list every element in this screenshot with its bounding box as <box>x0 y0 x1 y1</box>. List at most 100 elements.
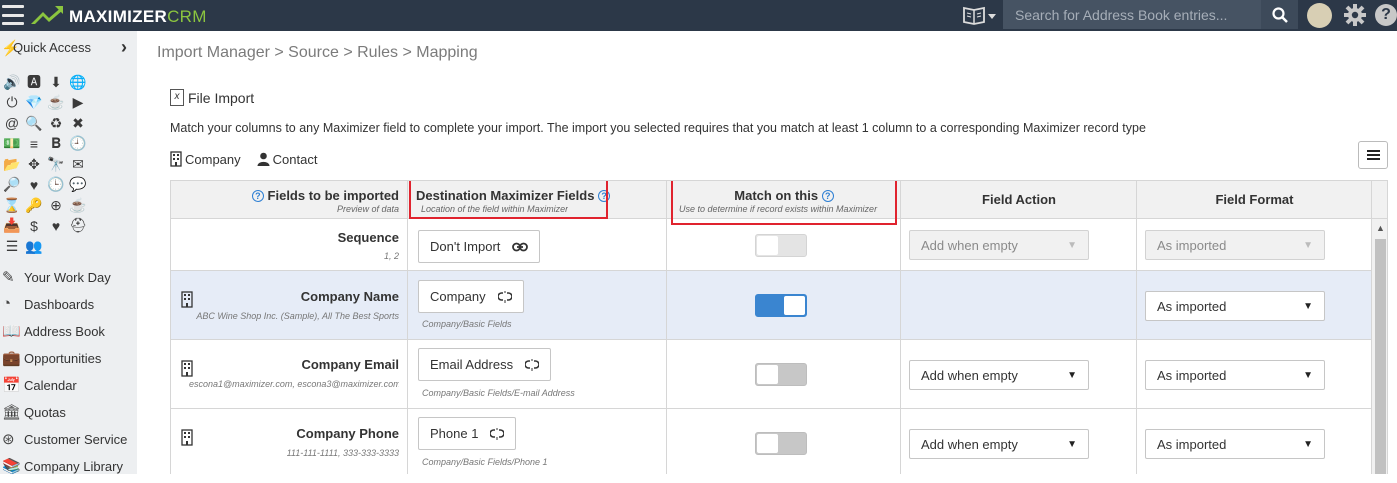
table-row[interactable]: Company Name ABC Wine Shop Inc. (Sample)… <box>171 271 1372 340</box>
lifebuoy-icon: ⊛ <box>2 431 15 448</box>
close-box-icon[interactable]: ✖ <box>69 114 87 132</box>
match-toggle[interactable] <box>755 294 807 317</box>
hourglass-icon[interactable]: ⌛ <box>3 196 21 214</box>
clock-outline-icon[interactable]: 🕒 <box>47 176 65 194</box>
indent-icon[interactable]: ☰ <box>3 237 21 255</box>
binoculars-icon[interactable]: 🔭 <box>47 155 65 173</box>
bold-icon[interactable]: 𝐁 <box>47 135 65 153</box>
table-row[interactable]: Company Email escona1@maximizer.com, esc… <box>171 340 1372 409</box>
power-icon[interactable]: ⏻ <box>3 94 21 112</box>
user-icon <box>257 152 270 166</box>
table-row[interactable]: Company Phone 111-111-1111, 333-333-3333… <box>171 409 1372 474</box>
sidebar-item-address-book[interactable]: 📖 Address Book <box>0 321 137 348</box>
match-toggle[interactable] <box>755 363 807 386</box>
destination-field-button[interactable]: Phone 1 <box>418 417 517 450</box>
match-cell <box>667 409 901 474</box>
search-input[interactable]: Search for Address Book entries... <box>1003 0 1261 29</box>
quick-access-header[interactable]: ⚡ Quick Access › <box>0 37 137 59</box>
caret-down-icon: ▼ <box>1303 369 1313 381</box>
hamburger-menu-icon[interactable] <box>2 5 24 25</box>
group-icon[interactable]: 👥 <box>25 237 43 255</box>
volume-icon[interactable]: 🔊 <box>3 73 21 91</box>
search-icon <box>1271 6 1288 23</box>
maximizer-logo-icon <box>31 6 63 24</box>
match-toggle[interactable] <box>755 432 807 455</box>
heart-solid-icon[interactable]: ♥ <box>47 217 65 235</box>
dollar-icon[interactable]: $ <box>25 217 43 235</box>
folder-open-icon[interactable]: 📂 <box>3 155 21 173</box>
col-field-action: Field Action <box>901 181 1137 219</box>
grid-empty <box>91 196 109 214</box>
sidebar-item-quotas[interactable]: 🏛 Quotas <box>0 402 137 429</box>
grid-scrollbar[interactable]: ▲ <box>1372 219 1387 474</box>
grid-empty <box>91 217 109 235</box>
logo-text[interactable]: MAXIMIZERCRM <box>69 7 207 27</box>
avatar[interactable] <box>1307 3 1332 28</box>
field-action-select[interactable]: Add when empty ▼ <box>909 429 1089 459</box>
help-circle-icon[interactable]: ? <box>251 190 264 202</box>
field-format-select[interactable]: As imported ▼ <box>1145 230 1325 260</box>
field-format-select[interactable]: As imported ▼ <box>1145 429 1325 459</box>
download-icon[interactable]: ⬇ <box>47 73 65 91</box>
globe-icon[interactable]: 🌐 <box>69 73 87 91</box>
clock-icon[interactable]: 🕘 <box>69 135 87 153</box>
help-icon[interactable]: ? <box>1375 4 1397 26</box>
caret-down-icon: ▼ <box>1067 239 1077 251</box>
match-toggle[interactable] <box>755 234 807 257</box>
record-type-contact: Contact <box>257 151 317 167</box>
gear-icon[interactable] <box>1343 3 1367 27</box>
envelope-icon[interactable]: ✉ <box>69 155 87 173</box>
zoom-in-icon[interactable]: 🔎 <box>3 176 21 194</box>
scroll-up-icon[interactable]: ▲ <box>1376 223 1385 233</box>
caret-down-icon: ▼ <box>1303 239 1313 251</box>
record-types: Company Contact <box>170 151 317 167</box>
coffee-icon[interactable]: ☕ <box>47 94 65 112</box>
sidebar-item-your-work-day[interactable]: ✎ Your Work Day <box>0 267 137 294</box>
coffee-cup-icon[interactable]: ☕ <box>69 196 87 214</box>
field-format-select[interactable]: As imported ▼ <box>1145 360 1325 390</box>
field-action-select[interactable]: Add when empty ▼ <box>909 230 1089 260</box>
move-icon[interactable]: ✥ <box>25 155 43 173</box>
breadcrumb-rules[interactable]: > Rules <box>343 44 398 61</box>
sidebar-item-customer-service[interactable]: ⊛ Customer Service <box>0 429 137 456</box>
at-icon[interactable]: @ <box>3 114 21 132</box>
sidebar-item-opportunities[interactable]: 💼 Opportunities <box>0 348 137 375</box>
destination-field-button[interactable]: Company <box>418 280 524 313</box>
zoom-icon[interactable]: 🔍 <box>25 114 43 132</box>
heart-icon[interactable]: ♥ <box>25 176 43 194</box>
font-icon[interactable]: 🅰 <box>25 73 43 91</box>
recycle-icon[interactable]: ♻ <box>47 114 65 132</box>
address-book-icon[interactable] <box>962 4 998 26</box>
search-button[interactable] <box>1261 0 1298 29</box>
plus-circle-icon[interactable]: ⊕ <box>47 196 65 214</box>
comment-icon[interactable]: 💬 <box>69 176 87 194</box>
diamond-icon[interactable]: 💎 <box>25 94 43 112</box>
money-icon[interactable]: 💵 <box>3 135 21 153</box>
grid-empty <box>91 176 109 194</box>
medkit-icon[interactable]: ⛑ <box>69 217 87 235</box>
sidebar-item-dashboards[interactable]: ◔ Dashboards <box>0 294 137 321</box>
edit-icon: ✎ <box>2 269 15 286</box>
field-action-select[interactable]: Add when empty ▼ <box>909 360 1089 390</box>
chevron-right-icon[interactable]: › <box>121 37 127 58</box>
destination-field-button[interactable]: Email Address <box>418 348 552 381</box>
field-format-select[interactable]: As imported ▼ <box>1145 291 1325 321</box>
align-center-icon[interactable]: ≡ <box>25 135 43 153</box>
column-menu-button[interactable] <box>1358 141 1388 169</box>
play-icon[interactable]: ▶ <box>69 94 87 112</box>
table-row[interactable]: Sequence 1, 2 Don't Import Add when empt… <box>171 219 1372 271</box>
key-icon[interactable]: 🔑 <box>25 196 43 214</box>
caret-down-icon: ▼ <box>1303 438 1313 450</box>
link-icon <box>512 242 529 251</box>
scrollbar-thumb[interactable] <box>1375 239 1386 474</box>
sidebar-item-calendar[interactable]: 📅 Calendar <box>0 375 137 402</box>
destination-field-button[interactable]: Don't Import <box>418 230 541 263</box>
breadcrumb-import-manager[interactable]: Import Manager <box>157 44 270 61</box>
col-fields-to-import: ? Fields to be imported Preview of data <box>171 181 408 219</box>
inbox-icon[interactable]: 📥 <box>3 217 21 235</box>
bank-icon: 🏛 <box>2 404 22 421</box>
grid-empty <box>91 73 109 91</box>
sidebar-item-company-library[interactable]: 📚 Company Library <box>0 456 137 483</box>
highlight-destination-header <box>409 181 608 219</box>
breadcrumb-source[interactable]: > Source <box>274 44 338 61</box>
